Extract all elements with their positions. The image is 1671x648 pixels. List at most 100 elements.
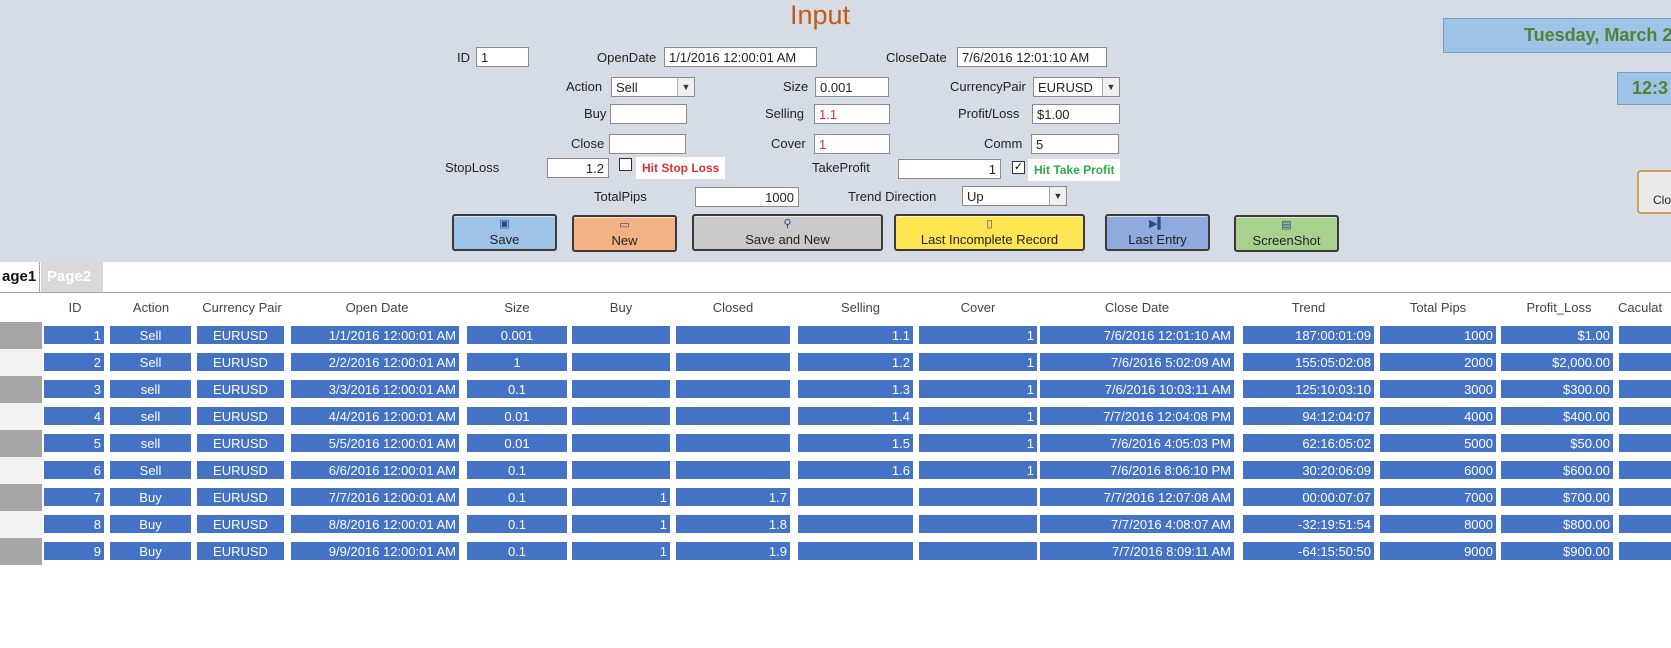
currency-pair-select[interactable]: EURUSD ▼ — [1033, 77, 1120, 97]
cell-size[interactable]: 0.1 — [466, 487, 568, 507]
close-form-button[interactable]: Clo — [1637, 170, 1671, 214]
cell-closed[interactable] — [675, 325, 791, 345]
cell-closed[interactable] — [675, 433, 791, 453]
record-selector[interactable] — [0, 349, 42, 376]
cell-id[interactable]: 3 — [43, 379, 105, 399]
cell-trend[interactable]: 187:00:01:09 — [1242, 325, 1375, 345]
buy-field[interactable] — [610, 104, 687, 124]
cell-buy[interactable]: 1 — [571, 487, 671, 507]
cell-trend[interactable]: 30:20:06:09 — [1242, 460, 1375, 480]
cell-buy[interactable]: 1 — [571, 541, 671, 561]
cell-action[interactable]: Sell — [109, 352, 192, 372]
cell-calculated[interactable] — [1618, 352, 1671, 372]
cell-action[interactable]: Sell — [109, 325, 192, 345]
cell-trend[interactable]: 155:05:02:08 — [1242, 352, 1375, 372]
tab-page2[interactable]: Page2 — [41, 262, 103, 292]
cell-calculated[interactable] — [1618, 487, 1671, 507]
close-date-field[interactable]: 7/6/2016 12:01:10 AM — [957, 47, 1107, 67]
cell-close-date[interactable]: 7/6/2016 4:05:03 PM — [1039, 433, 1235, 453]
cell-closed[interactable] — [675, 379, 791, 399]
cell-selling[interactable]: 1.3 — [797, 379, 914, 399]
cell-buy[interactable] — [571, 379, 671, 399]
cell-action[interactable]: Sell — [109, 460, 192, 480]
new-button[interactable]: ▭ New — [572, 215, 677, 252]
cell-open-date[interactable]: 8/8/2016 12:00:01 AM — [290, 514, 460, 534]
cell-open-date[interactable]: 7/7/2016 12:00:01 AM — [290, 487, 460, 507]
cell-total-pips[interactable]: 3000 — [1379, 379, 1497, 399]
cell-profit-loss[interactable]: $800.00 — [1500, 514, 1614, 534]
cell-size[interactable]: 0.1 — [466, 379, 568, 399]
cell-calculated[interactable] — [1618, 406, 1671, 426]
cell-id[interactable]: 5 — [43, 433, 105, 453]
cell-selling[interactable] — [797, 514, 914, 534]
chevron-down-icon[interactable]: ▼ — [1102, 78, 1119, 96]
cell-action[interactable]: sell — [109, 406, 192, 426]
chevron-down-icon[interactable]: ▼ — [677, 78, 694, 96]
cell-selling[interactable] — [797, 487, 914, 507]
cell-action[interactable]: sell — [109, 379, 192, 399]
total-pips-field[interactable]: 1000 — [695, 187, 799, 207]
cell-profit-loss[interactable]: $600.00 — [1500, 460, 1614, 480]
cell-close-date[interactable]: 7/6/2016 5:02:09 AM — [1039, 352, 1235, 372]
cell-trend[interactable]: 62:16:05:02 — [1242, 433, 1375, 453]
cell-total-pips[interactable]: 8000 — [1379, 514, 1497, 534]
cell-currency-pair[interactable]: EURUSD — [196, 379, 285, 399]
hit-stop-loss-checkbox[interactable] — [619, 158, 632, 171]
cell-calculated[interactable] — [1618, 379, 1671, 399]
cell-id[interactable]: 1 — [43, 325, 105, 345]
cell-trend[interactable]: 125:10:03:10 — [1242, 379, 1375, 399]
action-select[interactable]: Sell ▼ — [611, 77, 695, 97]
cell-close-date[interactable]: 7/7/2016 8:09:11 AM — [1039, 541, 1235, 561]
cell-closed[interactable]: 1.7 — [675, 487, 791, 507]
chevron-down-icon[interactable]: ▼ — [1049, 187, 1066, 205]
record-selector[interactable] — [0, 322, 42, 349]
cell-calculated[interactable] — [1618, 460, 1671, 480]
cell-action[interactable]: Buy — [109, 487, 192, 507]
cell-calculated[interactable] — [1618, 514, 1671, 534]
table-row[interactable]: 4 sell EURUSD 4/4/2016 12:00:01 AM 0.01 1.4 1 7… — [0, 403, 1671, 430]
cell-close-date[interactable]: 7/6/2016 12:01:10 AM — [1039, 325, 1235, 345]
cell-size[interactable]: 0.1 — [466, 541, 568, 561]
cell-action[interactable]: Buy — [109, 514, 192, 534]
cell-close-date[interactable]: 7/7/2016 4:08:07 AM — [1039, 514, 1235, 534]
cell-trend[interactable]: -32:19:51:54 — [1242, 514, 1375, 534]
cell-cover[interactable] — [918, 541, 1038, 561]
cell-currency-pair[interactable]: EURUSD — [196, 460, 285, 480]
cell-selling[interactable] — [797, 541, 914, 561]
cell-open-date[interactable]: 5/5/2016 12:00:01 AM — [290, 433, 460, 453]
table-row[interactable]: 2 Sell EURUSD 2/2/2016 12:00:01 AM 1 1.2 1 7/6/… — [0, 349, 1671, 376]
table-row[interactable]: 9 Buy EURUSD 9/9/2016 12:00:01 AM 0.1 1 1.9 7/7… — [0, 538, 1671, 565]
cell-action[interactable]: Buy — [109, 541, 192, 561]
cell-cover[interactable]: 1 — [918, 352, 1038, 372]
hit-take-profit-checkbox[interactable]: ✓ — [1012, 161, 1025, 174]
cell-closed[interactable] — [675, 352, 791, 372]
record-selector[interactable] — [0, 538, 42, 565]
record-selector[interactable] — [0, 484, 42, 511]
cell-cover[interactable] — [918, 514, 1038, 534]
cell-buy[interactable] — [571, 325, 671, 345]
open-date-field[interactable]: 1/1/2016 12:00:01 AM — [664, 47, 817, 67]
cell-currency-pair[interactable]: EURUSD — [196, 487, 285, 507]
cell-id[interactable]: 9 — [43, 541, 105, 561]
cell-close-date[interactable]: 7/7/2016 12:04:08 PM — [1039, 406, 1235, 426]
cell-action[interactable]: sell — [109, 433, 192, 453]
cell-profit-loss[interactable]: $1.00 — [1500, 325, 1614, 345]
cell-id[interactable]: 2 — [43, 352, 105, 372]
cell-total-pips[interactable]: 2000 — [1379, 352, 1497, 372]
cell-selling[interactable]: 1.5 — [797, 433, 914, 453]
cell-id[interactable]: 7 — [43, 487, 105, 507]
cell-size[interactable]: 0.001 — [466, 325, 568, 345]
cell-total-pips[interactable]: 1000 — [1379, 325, 1497, 345]
selling-field[interactable]: 1.1 — [814, 104, 890, 124]
table-row[interactable]: 6 Sell EURUSD 6/6/2016 12:00:01 AM 0.1 1.6 1 7/… — [0, 457, 1671, 484]
cell-buy[interactable] — [571, 460, 671, 480]
cell-currency-pair[interactable]: EURUSD — [196, 514, 285, 534]
take-profit-field[interactable]: 1 — [898, 159, 1001, 179]
cell-id[interactable]: 8 — [43, 514, 105, 534]
record-selector[interactable] — [0, 457, 42, 484]
cell-selling[interactable]: 1.2 — [797, 352, 914, 372]
cell-closed[interactable]: 1.8 — [675, 514, 791, 534]
cell-total-pips[interactable]: 6000 — [1379, 460, 1497, 480]
record-selector[interactable] — [0, 376, 42, 403]
cell-profit-loss[interactable]: $300.00 — [1500, 379, 1614, 399]
